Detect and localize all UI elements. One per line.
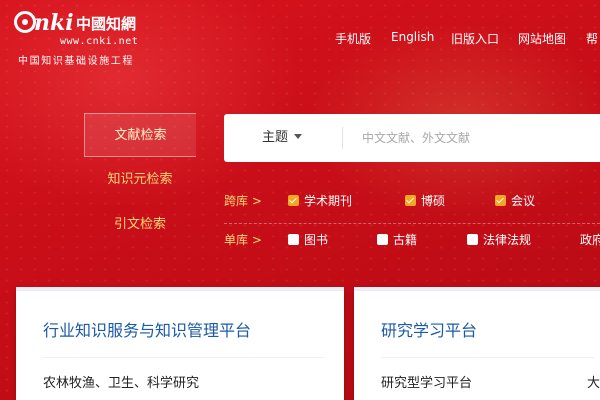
db-option-label: 图书 [304,233,329,247]
db-option-theses[interactable]: 博硕 [405,192,445,209]
search-divider [342,127,343,149]
db-option-label: 法律法规 [483,233,532,247]
db-option-laws[interactable]: 法律法规 [467,231,531,248]
card-title[interactable]: 行业知识服务与知识管理平台 [43,317,251,341]
db-option-government[interactable]: 政府 [580,231,600,248]
card-title[interactable]: 研究学习平台 [381,317,477,341]
single-database-row: 单库 > 图书 古籍 法律法规 政府 [224,228,600,250]
search-input[interactable] [362,126,592,150]
checkbox-checked-icon [288,195,299,206]
db-option-label: 古籍 [393,233,418,247]
single-database-label[interactable]: 单库 > [224,231,262,248]
cross-database-row: 跨库 > 学术期刊 博硕 会议 [224,189,600,211]
card-item[interactable]: 研究型学习平台 [381,372,472,391]
card-divider [43,357,324,358]
search-type-tabs: 文献检索 知识元检索 引文检索 [84,113,197,247]
nav-mobile-link[interactable]: 手机版 [335,30,371,47]
industry-knowledge-card[interactable]: 行业知识服务与知识管理平台 农林牧渔、卫生、科学研究 [16,287,344,400]
search-bar: 主题 [224,114,600,162]
checkbox-unchecked-icon [377,234,388,245]
card-item[interactable]: 大 [587,372,600,391]
checkbox-checked-icon [495,195,506,206]
db-option-label: 博硕 [421,194,446,208]
row-divider [224,223,600,224]
search-field-select[interactable]: 主题 [262,114,303,162]
tab-knowledge-element-search[interactable]: 知识元检索 [84,158,196,202]
db-option-conferences[interactable]: 会议 [495,192,535,209]
nav-help-link[interactable]: 帮 [586,30,598,47]
nav-old-version-link[interactable]: 旧版入口 [451,30,499,47]
top-nav: 手机版 English 旧版入口 网站地图 帮 [0,30,600,48]
db-option-label: 学术期刊 [304,194,353,208]
db-option-books[interactable]: 图书 [288,231,328,248]
db-option-ancient-books[interactable]: 古籍 [377,231,417,248]
cross-database-label[interactable]: 跨库 > [224,192,262,209]
checkbox-unchecked-icon [467,234,478,245]
card-item[interactable]: 农林牧渔、卫生、科学研究 [43,372,199,391]
nav-english-link[interactable]: English [391,30,434,44]
card-divider [381,357,594,358]
db-option-journals[interactable]: 学术期刊 [288,192,352,209]
logo-subtitle: 中国知识基础设施工程 [18,56,134,67]
db-option-label: 会议 [511,194,536,208]
tab-citation-search[interactable]: 引文检索 [84,203,196,247]
search-field-label: 主题 [262,130,289,145]
chevron-down-icon [294,134,303,139]
research-learning-card[interactable]: 研究学习平台 研究型学习平台 大 [354,287,600,400]
tab-literature-search[interactable]: 文献检索 [84,113,196,157]
nav-sitemap-link[interactable]: 网站地图 [518,30,566,47]
checkbox-unchecked-icon [288,234,299,245]
checkbox-checked-icon [405,195,416,206]
db-option-label: 政府 [580,233,600,247]
